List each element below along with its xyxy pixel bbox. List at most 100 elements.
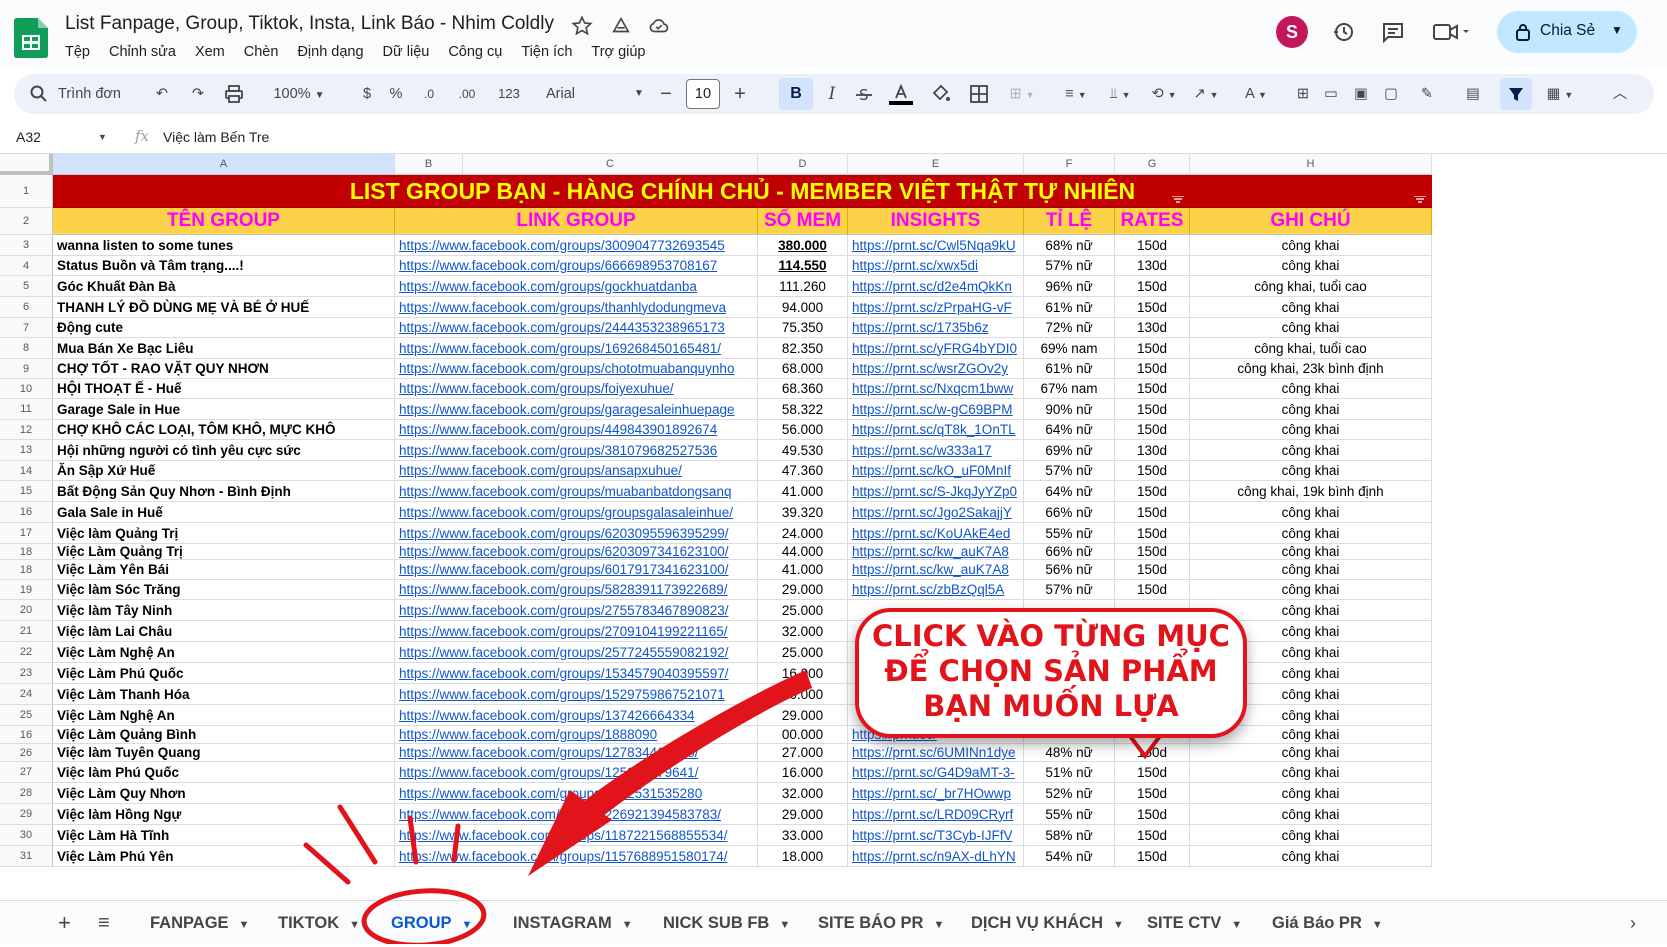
group-link-cell[interactable]: https://www.facebook.com/groups/24443532… [395, 318, 758, 338]
insights-link-cell[interactable]: https://prnt.sc/S-JkqJyYZp0 [848, 481, 1024, 502]
ratio-cell[interactable]: 66% nữ [1024, 544, 1115, 560]
group-link-cell[interactable]: https://www.facebook.com/groups/22692139… [395, 804, 758, 825]
header-ten-group[interactable]: TÊN GROUP [53, 208, 395, 235]
group-link-cell[interactable]: https://www.facebook.com/groups/27557834… [395, 600, 758, 621]
insights-link-cell[interactable]: https://prnt.sc/d2e4mQkKn [848, 276, 1024, 297]
column-header-e[interactable]: E [848, 154, 1024, 175]
group-link-cell[interactable]: https://www.facebook.com/groups/11872215… [395, 825, 758, 846]
member-count-cell[interactable]: 380.000 [758, 235, 848, 256]
group-link-cell[interactable]: https://www.facebook.com/groups/25772455… [395, 642, 758, 663]
group-name-cell[interactable]: Gala Sale in Huế [53, 502, 395, 523]
group-name-cell[interactable]: Status Buồn và Tâm trạng....! [53, 256, 395, 276]
group-link-cell[interactable]: https://www.facebook.com/groups/60179173… [395, 560, 758, 580]
row-header[interactable]: 4 [0, 256, 53, 276]
insights-link-cell[interactable]: https://prnt.sc/yFRG4bYDI0 [848, 338, 1024, 359]
group-link-cell[interactable]: https://www.facebook.com/groups/thanhlyd… [395, 297, 758, 318]
row-header[interactable]: 9 [0, 359, 53, 379]
group-link-cell[interactable]: https://www.facebook.com/groups/15345790… [395, 663, 758, 684]
note-cell[interactable]: công khai [1190, 235, 1432, 256]
note-cell[interactable]: công khai [1190, 825, 1432, 846]
header-ti-le[interactable]: TỈ LỆ [1024, 208, 1115, 235]
member-count-cell[interactable]: 39.320 [758, 502, 848, 523]
insights-link-cell[interactable]: https://prnt.sc/T3Cyb-IJFfV [848, 825, 1024, 846]
video-call-icon[interactable] [1432, 20, 1472, 44]
member-count-cell[interactable]: 25.000 [758, 642, 848, 663]
rate-cell[interactable]: 150d [1115, 276, 1190, 297]
column-header-f[interactable]: F [1024, 154, 1115, 175]
row-header[interactable]: 30 [0, 825, 53, 846]
member-count-cell[interactable]: 44.000 [758, 544, 848, 560]
align-horizontal-icon[interactable]: ≡ ▼ [1058, 74, 1094, 114]
group-name-cell[interactable]: Việc làm Phú Quốc [53, 762, 395, 783]
ratio-cell[interactable]: 57% nữ [1024, 461, 1115, 481]
group-link-cell[interactable]: https://www.facebook.com/groups/12783441… [395, 744, 758, 762]
column-header-g[interactable]: G [1115, 154, 1190, 175]
menu-data[interactable]: Dữ liệu [383, 44, 430, 60]
group-name-cell[interactable]: Việc làm Lai Châu [53, 621, 395, 642]
group-link-cell[interactable]: https://www.facebook.com/groups/foiyexuh… [395, 379, 758, 399]
ratio-cell[interactable]: 64% nữ [1024, 481, 1115, 502]
member-count-cell[interactable]: 68.360 [758, 379, 848, 399]
increase-decimal-button[interactable]: .00 [452, 74, 482, 114]
row-header[interactable]: 8 [0, 338, 53, 359]
ratio-cell[interactable]: 56% nữ [1024, 560, 1115, 580]
note-cell[interactable]: công khai [1190, 379, 1432, 399]
bold-button[interactable]: B [779, 78, 813, 110]
group-link-cell[interactable]: https://www.facebook.com/groups/muabanba… [395, 481, 758, 502]
note-cell[interactable]: công khai [1190, 560, 1432, 580]
row-header[interactable]: 20 [0, 600, 53, 621]
group-link-cell[interactable]: https://www.facebook.com/groups/62030955… [395, 523, 758, 544]
member-count-cell[interactable]: 33.000 [758, 825, 848, 846]
row-header[interactable]: 19 [0, 580, 53, 600]
rate-cell[interactable]: 150d [1115, 783, 1190, 804]
rate-cell[interactable]: 150d [1115, 481, 1190, 502]
rate-cell[interactable]: 150d [1115, 399, 1190, 420]
tab-fanpage[interactable]: FANPAGE ▼ [150, 901, 249, 945]
row-header[interactable]: 26 [0, 744, 53, 762]
group-name-cell[interactable]: CHỢ TỐT - RAO VẶT QUY NHƠN [53, 359, 395, 379]
row-header[interactable]: 18 [0, 544, 53, 560]
ratio-cell[interactable]: 55% nữ [1024, 523, 1115, 544]
ratio-cell[interactable]: 61% nữ [1024, 297, 1115, 318]
insights-link-cell[interactable]: https://prnt.sc/Jgo2SakajjY [848, 502, 1024, 523]
decrease-font-size-button[interactable]: − [658, 74, 674, 114]
row-header[interactable]: 6 [0, 297, 53, 318]
tab-site-ctv[interactable]: SITE CTV ▼ [1147, 901, 1242, 945]
member-count-cell[interactable]: 32.000 [758, 783, 848, 804]
group-name-cell[interactable]: Mua Bán Xe Bạc Liêu [53, 338, 395, 359]
all-sheets-icon[interactable]: ≡ [98, 901, 110, 945]
group-name-cell[interactable]: Việc Làm Quảng Trị [53, 544, 395, 560]
member-count-cell[interactable]: 41.000 [758, 560, 848, 580]
menu-file[interactable]: Tệp [65, 44, 90, 60]
column-header-d[interactable]: D [758, 154, 848, 175]
group-link-cell[interactable]: https://www.facebook.com/groups/11576889… [395, 846, 758, 867]
note-cell[interactable]: công khai [1190, 523, 1432, 544]
member-count-cell[interactable]: 68.000 [758, 359, 848, 379]
row-header[interactable]: 13 [0, 440, 53, 461]
column-header-a[interactable]: A [53, 154, 395, 175]
group-name-cell[interactable]: Garage Sale in Hue [53, 399, 395, 420]
group-name-cell[interactable]: Góc Khuất Đàn Bà [53, 276, 395, 297]
group-name-cell[interactable]: Bất Động Sản Quy Nhơn - Bình Định [53, 481, 395, 502]
ratio-cell[interactable]: 69% nữ [1024, 440, 1115, 461]
rate-cell[interactable]: 150d [1115, 338, 1190, 359]
group-name-cell[interactable]: Việc Làm Hà Tĩnh [53, 825, 395, 846]
row-header[interactable]: 18 [0, 560, 53, 580]
group-name-cell[interactable]: Việc làm Tây Ninh [53, 600, 395, 621]
member-count-cell[interactable]: 114.550 [758, 256, 848, 276]
ratio-cell[interactable]: 96% nữ [1024, 276, 1115, 297]
member-count-cell[interactable]: 56.000 [758, 420, 848, 440]
merge-cells-icon[interactable]: ⊞ ▼ [1004, 74, 1040, 114]
insights-link-cell[interactable]: https://prnt.sc/wsrZGOv2y [848, 359, 1024, 379]
note-cell[interactable]: công khai, 23k bình định [1190, 359, 1432, 379]
row-header[interactable]: 27 [0, 762, 53, 783]
star-icon[interactable] [571, 15, 593, 37]
ratio-cell[interactable]: 68% nữ [1024, 235, 1115, 256]
group-name-cell[interactable]: HỘI THOẠT Ế - Huế [53, 379, 395, 399]
comments-icon[interactable] [1380, 20, 1406, 44]
row-header[interactable]: 5 [0, 276, 53, 297]
text-rotation-icon[interactable]: ↗ ▼ [1188, 74, 1224, 114]
insights-link-cell[interactable]: https://prnt.sc/kw_auK7A8 [848, 544, 1024, 560]
row-header[interactable]: 29 [0, 804, 53, 825]
insights-link-cell[interactable]: https://prnt.sc/kO_uF0MnIf [848, 461, 1024, 481]
